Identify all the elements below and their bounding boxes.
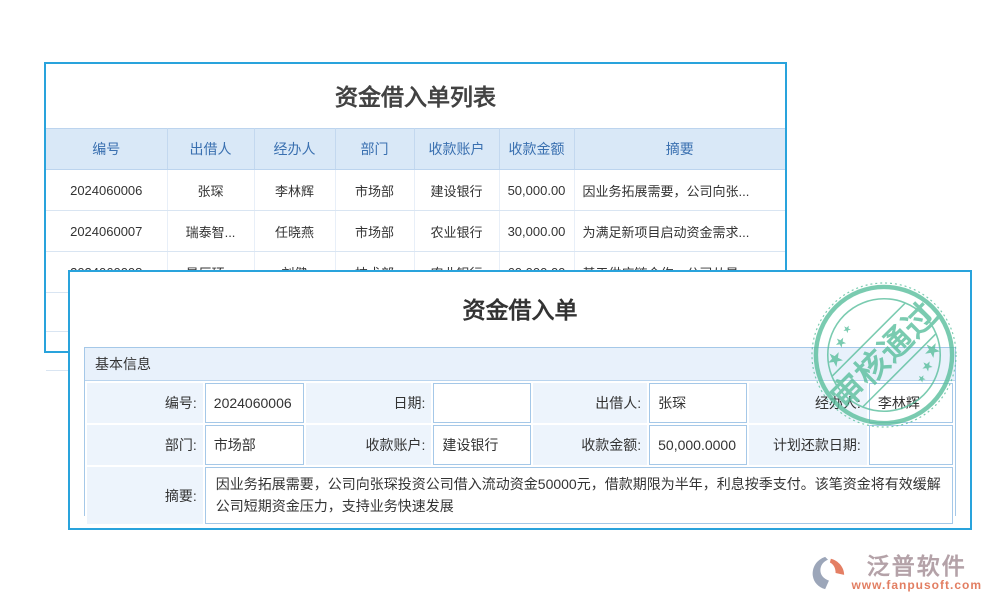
list-window-title: 资金借入单列表	[46, 64, 785, 128]
col-header-lender: 出借人	[167, 129, 254, 170]
cell-lender: 张琛	[167, 170, 254, 211]
col-header-summary: 摘要	[574, 129, 785, 170]
field-amount-value[interactable]: 50,000.0000	[649, 425, 747, 465]
brand-url: www.fanpusoft.com	[851, 578, 982, 592]
cell-lender: 瑞泰智...	[167, 211, 254, 252]
field-account-value[interactable]: 建设银行	[433, 425, 531, 465]
field-department-value[interactable]: 市场部	[205, 425, 304, 465]
field-summary-value[interactable]: 因业务拓展需要，公司向张琛投资公司借入流动资金50000元，借款期限为半年，利息…	[205, 467, 953, 524]
field-amount-label: 收款金额:	[533, 425, 647, 465]
field-number-value[interactable]: 2024060006	[205, 383, 304, 423]
cell-amount: 30,000.00	[499, 211, 574, 252]
field-plan-repay-date-value[interactable]	[869, 425, 953, 465]
field-department-label: 部门:	[87, 425, 203, 465]
field-date-value[interactable]	[433, 383, 531, 423]
col-header-department: 部门	[335, 129, 414, 170]
table-header-row: 编号 出借人 经办人 部门 收款账户 收款金额 摘要	[46, 129, 785, 170]
cell-handler: 任晓燕	[254, 211, 335, 252]
fanpu-logo: 泛普软件 www.fanpusoft.com	[809, 554, 982, 592]
field-lender-label: 出借人:	[533, 383, 647, 423]
cell-account: 农业银行	[414, 211, 499, 252]
col-header-account: 收款账户	[414, 129, 499, 170]
stamp-text: 审核通过	[824, 295, 944, 415]
field-date-label: 日期:	[306, 383, 432, 423]
field-lender-value[interactable]: 张琛	[649, 383, 747, 423]
fanpu-logo-text: 泛普软件 www.fanpusoft.com	[851, 554, 982, 592]
col-header-amount: 收款金额	[499, 129, 574, 170]
col-header-id: 编号	[46, 129, 167, 170]
cell-id: 2024060006	[46, 170, 167, 211]
brand-name: 泛普软件	[867, 554, 967, 578]
table-row[interactable]: 2024060006 张琛 李林辉 市场部 建设银行 50,000.00 因业务…	[46, 170, 785, 211]
cell-handler: 李林辉	[254, 170, 335, 211]
cell-amount: 50,000.00	[499, 170, 574, 211]
cell-id: 2024060007	[46, 211, 167, 252]
cell-department: 市场部	[335, 170, 414, 211]
field-account-label: 收款账户:	[306, 425, 432, 465]
cell-account: 建设银行	[414, 170, 499, 211]
col-header-handler: 经办人	[254, 129, 335, 170]
field-number-label: 编号:	[87, 383, 203, 423]
screen: 资金借入单列表 编号 出借人 经办人 部门 收款账户 收款金额 摘要	[0, 0, 1000, 600]
cell-department: 市场部	[335, 211, 414, 252]
table-row[interactable]: 2024060007 瑞泰智... 任晓燕 市场部 农业银行 30,000.00…	[46, 211, 785, 252]
cell-summary: 因业务拓展需要，公司向张...	[574, 170, 785, 211]
approval-stamp: 审核通过	[810, 281, 958, 429]
cell-summary: 为满足新项目启动资金需求...	[574, 211, 785, 252]
field-summary-label: 摘要:	[87, 467, 203, 524]
field-plan-repay-date-label: 计划还款日期:	[749, 425, 867, 465]
fanpu-logo-icon	[809, 554, 847, 592]
